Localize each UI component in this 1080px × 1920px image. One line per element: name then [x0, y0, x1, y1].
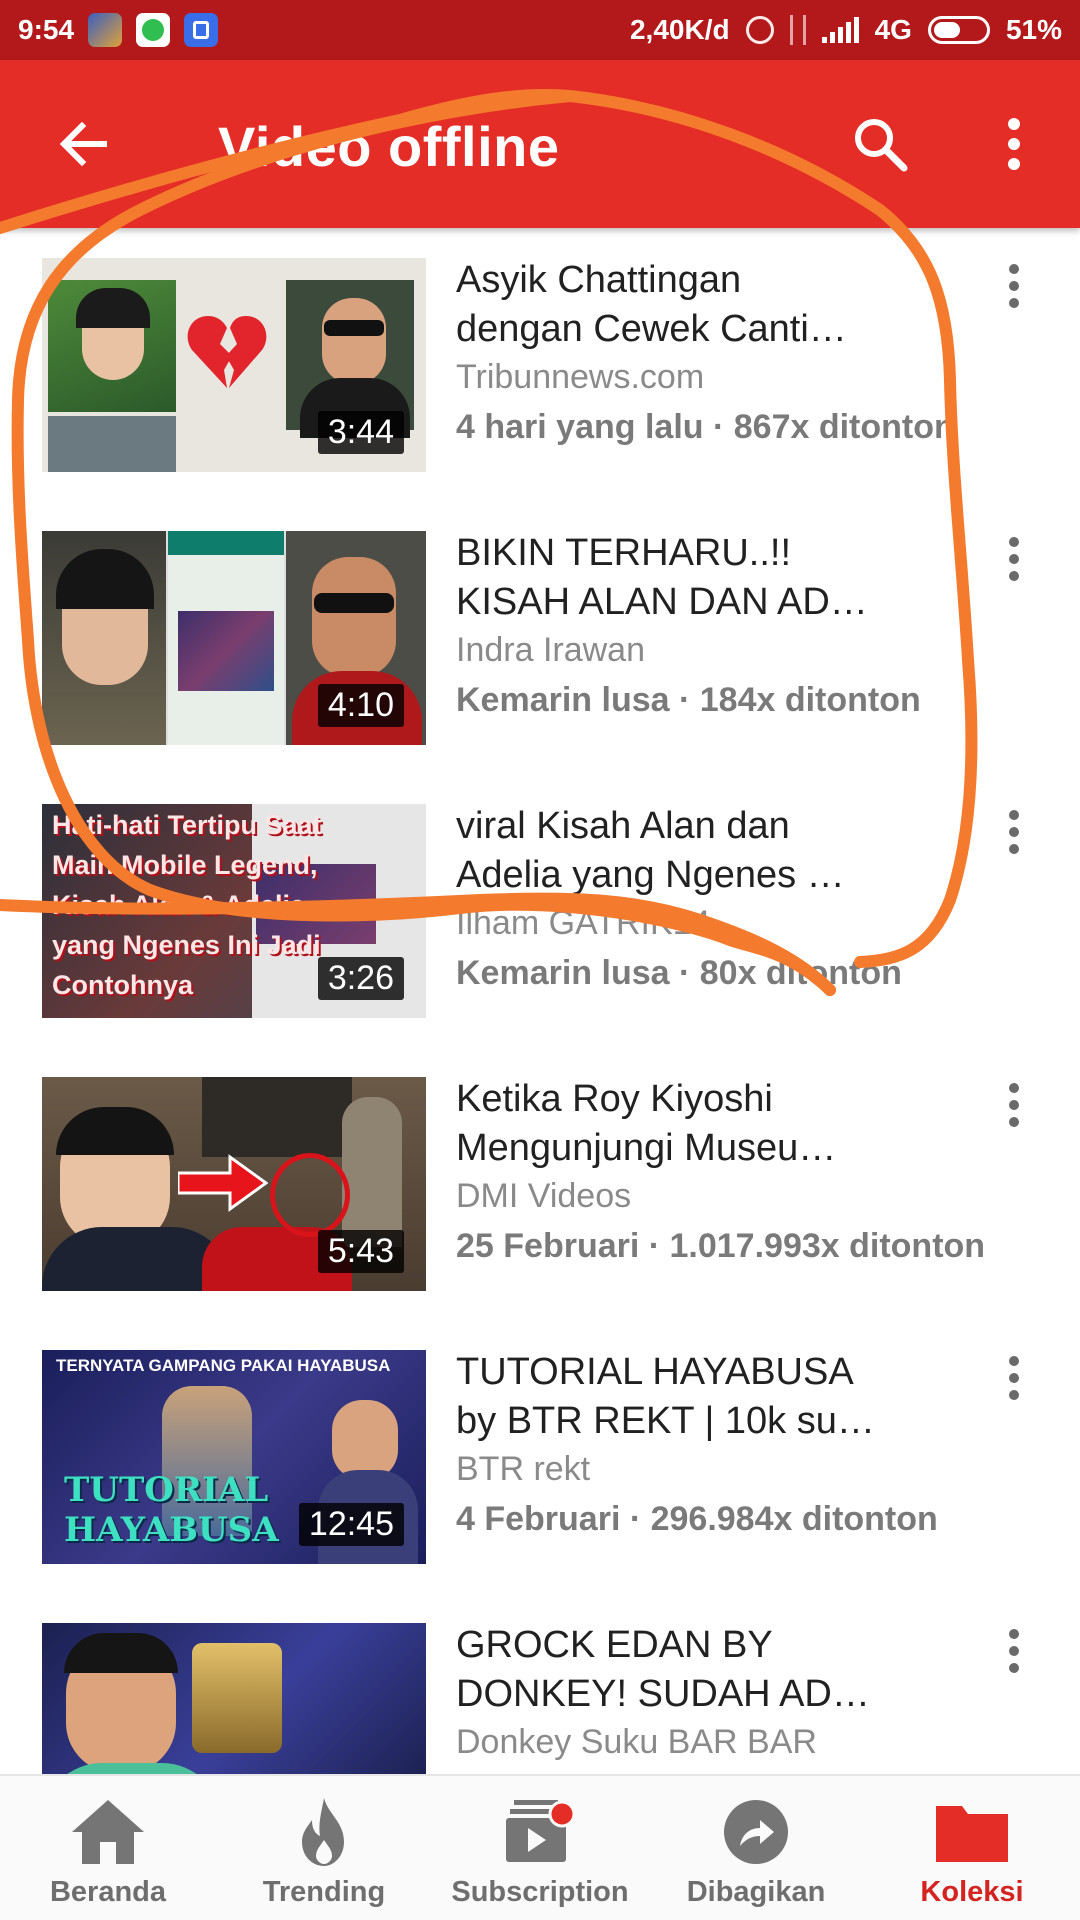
- more-vert-icon: [1008, 118, 1020, 170]
- thumbnail-caption-line: Main Mobile Legend,: [52, 850, 318, 880]
- thumbnail-caption-line: TUTORIAL: [64, 1470, 269, 1510]
- video-item[interactable]: 3:44 Asyik Chattingan dengan Cewek Canti…: [0, 228, 1080, 501]
- video-thumbnail[interactable]: TERNYATA GAMPANG PAKAI HAYABUSA TUTORIAL…: [42, 1350, 426, 1564]
- nav-label: Beranda: [49, 1876, 167, 1908]
- broken-heart-icon: [182, 308, 272, 398]
- thumbnail-caption-line: HAYABUSA: [64, 1510, 279, 1550]
- video-title[interactable]: GROCK EDAN BY DONKEY! SUDAH AD…: [456, 1621, 956, 1719]
- video-duration: 3:26: [317, 957, 404, 1000]
- subscriptions-icon: [506, 1800, 576, 1862]
- video-meta: 4 hari yang lalu · 867x ditonton: [456, 408, 955, 446]
- video-title[interactable]: viral Kisah Alan dan Adelia yang Ngenes …: [456, 802, 956, 900]
- arrow-icon: [176, 1153, 269, 1213]
- page-title: Video offline: [218, 115, 560, 178]
- share-icon: [724, 1800, 788, 1864]
- app-bar: Video offline: [0, 60, 1080, 228]
- video-item[interactable]: Hati-hati Tertipu Saat Main Mobile Legen…: [0, 774, 1080, 1047]
- thumbnail-caption-line: Kisah Alan & Adelia: [52, 890, 306, 920]
- video-title[interactable]: Asyik Chattingan dengan Cewek Canti…: [456, 256, 956, 354]
- video-duration: 5:43: [317, 1230, 404, 1273]
- video-duration: 3:44: [317, 411, 404, 454]
- thumbnail-caption-line: yang Ngenes Ini Jadi: [52, 930, 321, 960]
- nav-label: Subscription: [451, 1876, 629, 1908]
- item-more-button[interactable]: [994, 804, 1034, 874]
- video-duration: 12:45: [298, 1503, 404, 1546]
- signal-icon: [821, 17, 859, 43]
- nav-item-koleksi[interactable]: Koleksi: [864, 1776, 1080, 1920]
- video-item[interactable]: 5:43 Ketika Roy Kiyoshi Mengunjungi Muse…: [0, 1047, 1080, 1320]
- video-thumbnail[interactable]: [42, 1623, 426, 1774]
- video-channel: DMI Videos: [456, 1177, 632, 1215]
- nav-item-subscription[interactable]: Subscription: [432, 1776, 648, 1920]
- more-vert-icon: [994, 804, 1034, 854]
- video-thumbnail[interactable]: 5:43: [42, 1077, 426, 1291]
- folder-icon: [936, 1806, 1008, 1862]
- item-more-button[interactable]: [994, 531, 1034, 601]
- video-meta: Kemarin lusa · 184x ditonton: [456, 681, 921, 719]
- video-item[interactable]: GROCK EDAN BY DONKEY! SUDAH AD… Donkey S…: [0, 1593, 1080, 1774]
- search-button[interactable]: [848, 112, 912, 176]
- search-icon: [855, 119, 908, 172]
- more-options-button[interactable]: [992, 112, 1036, 176]
- nav-item-beranda[interactable]: Beranda: [0, 1776, 216, 1920]
- thumbnail-caption-line: TERNYATA GAMPANG PAKAI HAYABUSA: [56, 1356, 391, 1375]
- notification-app-icon: [184, 13, 219, 47]
- more-vert-icon: [994, 1350, 1034, 1400]
- thumbnail-caption-line: Hati-hati Tertipu Saat: [52, 810, 322, 840]
- home-icon: [72, 1800, 144, 1864]
- network-speed: 2,40K/d: [629, 14, 730, 45]
- video-meta: 4 Februari · 296.984x ditonton: [456, 1500, 938, 1538]
- more-vert-icon: [994, 258, 1034, 308]
- more-vert-icon: [994, 531, 1034, 581]
- back-button[interactable]: [52, 112, 116, 176]
- video-title[interactable]: Ketika Roy Kiyoshi Mengunjungi Museu…: [456, 1075, 956, 1173]
- item-more-button[interactable]: [994, 1350, 1034, 1420]
- video-thumbnail[interactable]: 3:44: [42, 258, 426, 472]
- nav-item-dibagikan[interactable]: Dibagikan: [648, 1776, 864, 1920]
- video-title[interactable]: TUTORIAL HAYABUSA by BTR REKT | 10k su…: [456, 1348, 956, 1446]
- thumbnail-caption-line: Contohnya: [52, 970, 193, 1000]
- nav-label: Dibagikan: [686, 1876, 826, 1908]
- video-thumbnail[interactable]: 4:10: [42, 531, 426, 745]
- video-channel: BTR rekt: [456, 1450, 591, 1488]
- video-meta: 25 Februari · 1.017.993x ditonton: [456, 1227, 986, 1265]
- network-type: 4G: [874, 14, 912, 45]
- video-duration: 4:10: [317, 684, 404, 727]
- more-vert-icon: [994, 1077, 1034, 1127]
- game-app-icon: [88, 13, 123, 47]
- item-more-button[interactable]: [994, 1077, 1034, 1147]
- alarm-icon: [745, 16, 774, 44]
- flame-icon: [302, 1798, 344, 1866]
- video-title[interactable]: BIKIN TERHARU..!! KISAH ALAN DAN AD…: [456, 529, 956, 627]
- item-more-button[interactable]: [994, 258, 1034, 328]
- video-item[interactable]: 4:10 BIKIN TERHARU..!! KISAH ALAN DAN AD…: [0, 501, 1080, 774]
- video-channel: Tribunnews.com: [456, 358, 705, 396]
- status-time: 9:54: [18, 14, 75, 45]
- nav-label: Koleksi: [920, 1876, 1024, 1908]
- video-channel: Donkey Suku BAR BAR: [456, 1723, 817, 1761]
- status-bar: 9:54 2,40K/d 4G 51%: [0, 0, 1080, 60]
- video-thumbnail[interactable]: Hati-hati Tertipu Saat Main Mobile Legen…: [42, 804, 426, 1018]
- video-channel: Indra Irawan: [456, 631, 645, 669]
- video-meta: Kemarin lusa · 80x ditonton: [456, 954, 902, 992]
- video-list: 3:44 Asyik Chattingan dengan Cewek Canti…: [0, 228, 1080, 1774]
- arrow-back-icon: [59, 121, 107, 167]
- battery-percent: 51%: [1005, 14, 1062, 45]
- item-more-button[interactable]: [994, 1623, 1034, 1693]
- video-item[interactable]: TERNYATA GAMPANG PAKAI HAYABUSA TUTORIAL…: [0, 1320, 1080, 1593]
- bottom-navigation: Beranda Trending Subscription Dibagikan …: [0, 1774, 1080, 1920]
- whatsapp-icon: [136, 13, 171, 47]
- data-transfer-icon: [789, 15, 806, 45]
- nav-label: Trending: [262, 1876, 386, 1908]
- more-vert-icon: [994, 1623, 1034, 1673]
- nav-item-trending[interactable]: Trending: [216, 1776, 432, 1920]
- video-channel: Ilham GATRIK14: [456, 904, 711, 942]
- battery-icon: [927, 16, 990, 44]
